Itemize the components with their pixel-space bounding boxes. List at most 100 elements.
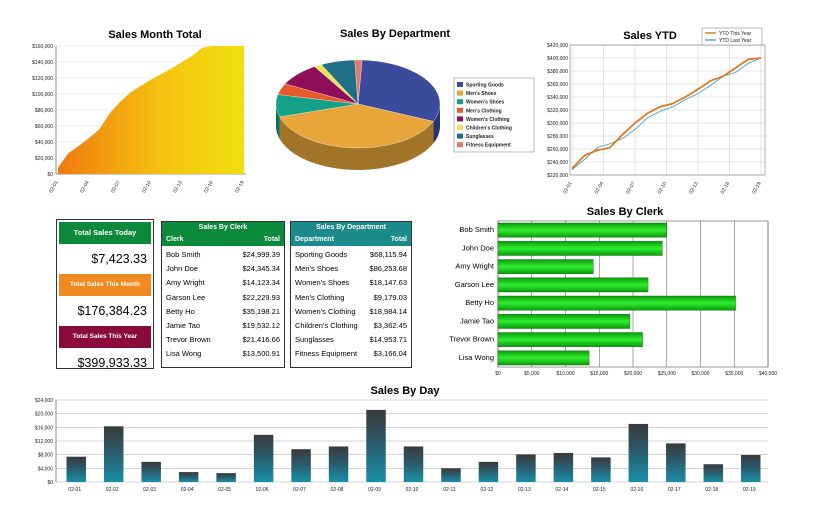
clerk-row: Garson Lee $22,229.93 [162,291,284,305]
x-tick-label: 02-19 [743,487,756,493]
day-bar [328,446,349,482]
day-bar [216,473,236,482]
day-bar [703,464,724,482]
department-name: Women's Clothing [295,306,356,316]
x-tick-label: 02-04 [79,180,91,194]
y-category-label: Bob Smith [459,225,494,234]
kpi-today-value: $7,423.33 [91,252,147,266]
y-tick-label: $20,000 [35,156,53,162]
day-bar [591,457,611,482]
day-bar [553,452,574,482]
y-tick-label: $20,000 [35,412,53,418]
department-total: $18,984.14 [369,306,407,316]
legend-swatch [457,107,463,113]
y-tick-label: $240,000 [547,160,568,166]
day-bar [441,468,461,482]
y-tick-label: $220,000 [547,173,568,179]
x-tick-label: 02-09 [368,487,381,493]
y-tick-label: $400,000 [547,56,568,62]
department-total: $86,253.68 [369,264,407,274]
x-tick-label: $25,000 [658,371,676,377]
clerk-row: John Doe $24,345.34 [162,262,284,276]
clerk-total: $35,198.21 [242,306,280,316]
x-tick-label: 02-01 [48,180,60,194]
department-total: $9,179.03 [373,292,407,302]
y-category-label: Trevor Brown [449,335,494,344]
legend-swatch [457,82,463,87]
clerk-name: Bob Smith [166,250,201,259]
x-tick-label: 02-10 [657,181,669,195]
clerk-total: $13,500.91 [242,349,280,359]
clerk-row: Bob Smith $24,999.39 [162,248,284,262]
clerk-name: Amy Wright [166,278,205,288]
department-total: $3,166.04 [373,349,407,359]
legend-label: Sporting Goods [466,83,504,89]
department-name: Fitness Equipment [295,349,358,359]
x-tick-label: 02-16 [720,181,732,195]
legend-label: Sunglasses [466,134,494,140]
department-row: Men's Shoes $86,253.68 [291,262,411,276]
sales-ytd-chart: $220,000 $240,000 $260,000 $280,000 $300,000… [547,27,766,195]
y-category-label: Lisa Wong [459,353,494,362]
y-tick-label: $360,000 [547,82,568,88]
legend-swatch [457,133,463,139]
x-tick-label: 02-13 [172,180,184,194]
y-tick-label: $160,000 [32,44,53,50]
clerk-bar [497,277,649,293]
y-tick-label: $280,000 [547,134,568,140]
x-tick-label: $35,000 [725,371,743,377]
clerk-row: Lisa Wong $13,500.91 [162,347,284,361]
x-tick-label: 02-16 [203,180,215,194]
department-total: $18,147.63 [369,278,407,288]
y-category-label: Betty Ho [465,298,494,307]
day-bar [366,409,386,482]
y-category-label: Jamie Tao [460,316,494,325]
department-row: Fitness Equipment $3,166.04 [291,347,411,361]
clerk-name: Trevor Brown [166,335,211,345]
y-tick-label: $0 [47,172,53,178]
clerk-row: Betty Ho $35,198.21 [162,305,284,319]
legend-label: Women's Shoes [466,100,505,106]
clerk-bar [497,295,736,311]
clerk-bar [497,332,643,347]
y-category-label: Amy Wright [455,262,495,271]
x-tick-label: $10,000 [556,371,574,377]
pie-legend [453,77,535,153]
legend-swatch [457,142,463,148]
y-tick-label: $24,000 [35,398,53,404]
legend-swatch [457,90,463,96]
kpi-year-label: Total Sales This Year [59,326,151,348]
department-name: Sunglasses [295,335,334,345]
department-row: Women's Shoes $18,147.63 [291,276,411,290]
x-tick-label: 02-01 [562,181,574,195]
x-tick-label: 02-10 [141,180,153,194]
clerk-col-header: Clerk [166,236,184,243]
sales-by-day-chart: $0 $4,000 $8,000 $12,000 $16,000 $20,000 $24,0… [35,398,768,493]
y-tick-label: $260,000 [547,147,568,153]
legend-label: YTD This Year [719,31,751,37]
kpi-year-value: $399,933.33 [77,356,147,370]
kpi-month-value: $176,384.23 [77,304,147,318]
x-tick-label: $20,000 [624,371,642,377]
x-tick-label: 02-10 [406,487,419,493]
department-total: $14,953.71 [369,335,407,345]
x-tick-label: 02-04 [594,181,606,195]
department-row: Children's Clothing $3,362.45 [291,319,411,333]
department-name: Women's Shoes [295,278,350,288]
department-row: Sporting Goods $68,115.94 [291,248,411,262]
legend-label: Men's Clothing [466,108,502,114]
x-tick-label: 02-19 [234,180,246,194]
clerk-total-header: Total [263,236,280,243]
clerk-row: Trevor Brown $21,416.66 [162,333,284,347]
day-bar [178,472,199,482]
department-total: $3,362.45 [373,320,407,330]
kpi-today-label: Total Sales Today [59,222,151,244]
y-tick-label: $60,000 [35,124,53,130]
y-tick-label: $120,000 [32,76,53,82]
day-bar [403,446,424,482]
clerk-total: $24,999.39 [242,250,280,259]
clerk-total: $14,123.34 [242,278,280,288]
clerk-row: Jamie Tao $19,532.12 [162,319,284,333]
x-tick-label: 02-01 [68,487,81,493]
x-tick-label: 02-07 [293,487,306,493]
